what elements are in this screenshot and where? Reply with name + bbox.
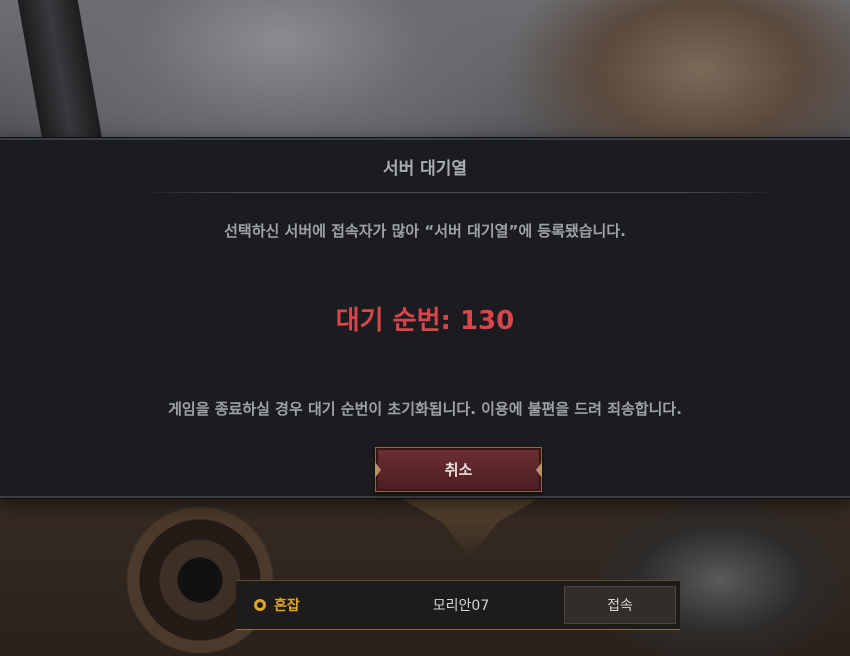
cancel-button[interactable]: 취소: [375, 447, 542, 492]
server-status-label: 혼잡: [274, 598, 300, 614]
background-ornament: [400, 498, 540, 558]
button-left-ornament: [375, 462, 381, 478]
server-status: 혼잡: [254, 581, 300, 629]
connect-button[interactable]: 접속: [564, 586, 676, 624]
background-sword: [14, 0, 106, 160]
server-status-bar: 혼잡 모리안07 접속: [236, 580, 680, 630]
server-queue-dialog: 서버 대기열 선택하신 서버에 접속자가 많아 “서버 대기열”에 등록됐습니다…: [0, 138, 850, 498]
busy-status-icon: [254, 599, 266, 611]
server-name: 모리안07: [432, 598, 490, 614]
queue-number: 130: [459, 306, 515, 336]
queue-position: 대기 순번: 130: [0, 300, 850, 337]
dialog-title: 서버 대기열: [382, 159, 468, 179]
button-right-ornament: [536, 462, 542, 478]
queue-message: 선택하신 서버에 접속자가 많아 “서버 대기열”에 등록됐습니다.: [224, 222, 626, 240]
queue-notice: 게임을 종료하실 경우 대기 순번이 초기화됩니다. 이용에 불편을 드려 죄송…: [168, 400, 682, 418]
queue-label: 대기 순번:: [335, 306, 460, 336]
connect-button-label: 접속: [607, 598, 633, 614]
title-divider: [142, 192, 778, 193]
background-armor: [600, 500, 850, 656]
cancel-button-label: 취소: [444, 461, 473, 479]
background-wheel-ornament: [115, 495, 285, 656]
